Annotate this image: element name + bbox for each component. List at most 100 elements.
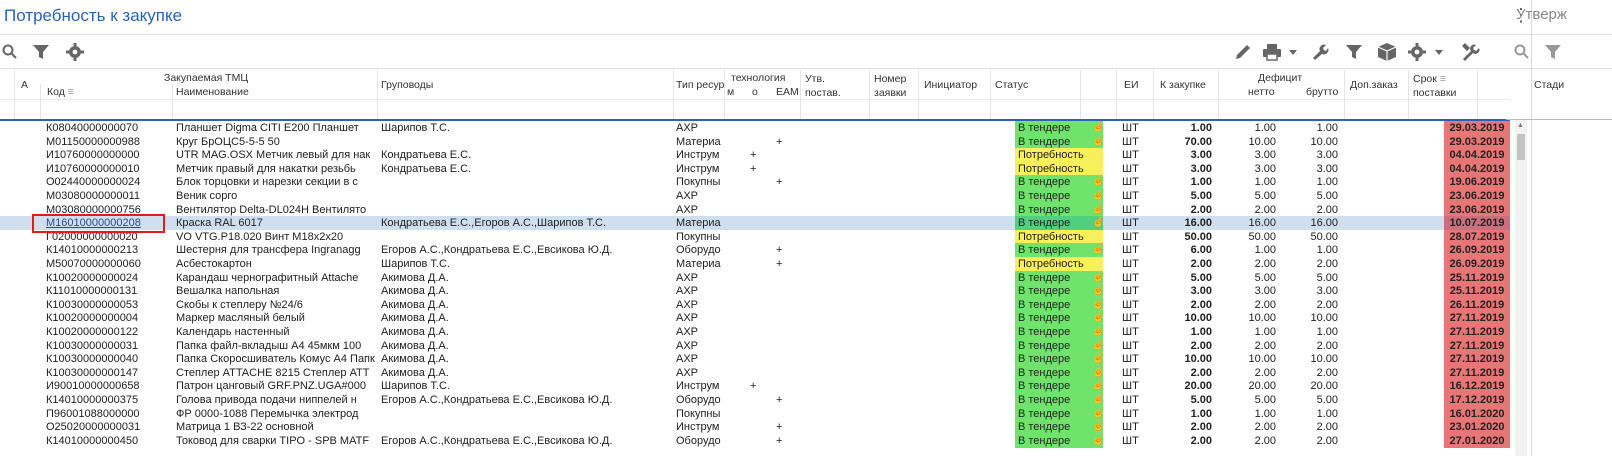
hand-icon[interactable]: ☝ <box>1092 298 1106 312</box>
divider <box>1506 68 1612 69</box>
cell-brutto: 3.00 <box>1316 162 1338 175</box>
table-row[interactable]: К10030000000053 Скобы к степлеру №24/6 Аки… <box>0 297 1510 312</box>
chevron-down-icon[interactable] <box>1434 49 1444 57</box>
gear-icon[interactable] <box>66 43 84 61</box>
table-row[interactable]: К10020000000122 Календарь настенный Акимов… <box>0 325 1510 339</box>
status-badge: В тендере <box>1015 216 1103 231</box>
table-row[interactable]: О25020000000031 Матрица 1 ВЗ-22 основной И… <box>0 420 1510 435</box>
col-header-srok[interactable]: Срок ≡ поставки <box>1413 72 1456 122</box>
status-badge: В тендере <box>1015 121 1103 135</box>
cell-tech-o <box>750 203 768 217</box>
table-row[interactable]: К10020000000004 Маркер масляный белый Аки… <box>0 311 1510 326</box>
table-row[interactable]: М50070000000060 Асбестокартон Шарипов Т.С… <box>0 257 1510 271</box>
sort-icon[interactable]: ≡ <box>1440 73 1446 85</box>
table-row[interactable]: П96001088000000 ФР 0000-1088 Перемычка эл… <box>0 406 1510 421</box>
table-row[interactable]: К10020000000024 Карандаш чернографитный A… <box>0 270 1510 285</box>
hand-icon[interactable]: ☝ <box>1092 339 1106 353</box>
cell-kod: О02440000000024 <box>46 176 141 189</box>
cell-grup: Егоров А.С.,Кондратьева Е.С.,Евсикова Ю.… <box>381 394 613 406</box>
cell-netto: 5.00 <box>1254 190 1276 202</box>
cell-tip: АХР <box>676 203 699 216</box>
cell-name: Календарь настенный <box>176 326 290 338</box>
table-row[interactable]: О02440000000024 Блок торцовки и нарезки с… <box>0 175 1510 190</box>
col-header-nomer[interactable]: Номер заявки <box>874 72 906 122</box>
sort-icon[interactable]: ≡ <box>68 86 74 98</box>
gear-icon[interactable] <box>1408 43 1426 61</box>
search-icon[interactable] <box>1514 44 1530 60</box>
printer-icon[interactable] <box>1262 43 1286 61</box>
pencil-icon[interactable] <box>1234 43 1252 61</box>
hand-icon[interactable]: ☝ <box>1092 243 1106 257</box>
status-badge: Потребность <box>1015 161 1103 176</box>
table-row[interactable]: К14010000000375 Голова привода подачи нип… <box>0 393 1510 407</box>
table-row[interactable]: М03080000000011 Веник сорго АХР ШТ 5.00 5.00 5… <box>0 189 1510 203</box>
hand-icon[interactable]: ☝ <box>1092 407 1106 421</box>
scrollbar-thumb[interactable] <box>1517 134 1525 160</box>
cell-kzak: 16.00 <box>1184 217 1212 230</box>
filter-icon[interactable] <box>1544 43 1562 61</box>
col-header-utv[interactable]: Утв. постав. <box>805 72 841 122</box>
cell-tech-m <box>728 203 746 217</box>
table-row[interactable]: К14010000000213 Шестерня для трансфера I… <box>0 243 1510 258</box>
scroll-up-icon[interactable]: ▲ <box>1517 122 1524 129</box>
cell-grup: Шарипов Т.С. <box>381 380 450 393</box>
hand-icon[interactable]: ☝ <box>1092 325 1106 339</box>
cell-grup <box>381 135 671 149</box>
hand-icon[interactable]: ☝ <box>1092 434 1106 448</box>
hand-icon[interactable]: ☝ <box>1092 284 1106 298</box>
hand-icon[interactable]: ☝ <box>1092 352 1106 366</box>
side-col-header[interactable]: Стади <box>1534 79 1564 91</box>
table-row[interactable]: К10030000000147 Степлер ATTACHE 8215 Степ… <box>0 365 1510 380</box>
cell-name: Вентилятор Delta-DL024H Вентилято <box>176 203 367 216</box>
hand-icon[interactable]: ☝ <box>1092 121 1106 135</box>
table-row[interactable]: К14010000000450 Токовод для сварки TIPO -… <box>0 433 1510 448</box>
hand-icon[interactable]: ☝ <box>1092 271 1106 285</box>
cell-date: 27.11.2019 <box>1444 352 1510 367</box>
hand-icon[interactable]: ☝ <box>1092 203 1106 217</box>
cell-ei: ШТ <box>1122 258 1139 270</box>
filter-icon[interactable] <box>32 43 50 61</box>
table-row[interactable]: К11010000000131 Вешалка напольная Акимова… <box>0 284 1510 299</box>
cell-brutto: 1.00 <box>1316 407 1338 420</box>
hand-icon[interactable]: ☝ <box>1092 393 1106 407</box>
cell-tech-m <box>728 243 746 257</box>
cell-brutto: 1.00 <box>1316 176 1338 189</box>
cell-netto: 5.00 <box>1254 394 1276 406</box>
vertical-scrollbar[interactable]: ▲ <box>1515 120 1527 456</box>
table-row[interactable]: Г02000000000020 VO VTG.P18.020 Винт М18х2… <box>0 229 1510 244</box>
hand-icon[interactable]: ☝ <box>1092 420 1106 434</box>
table-row[interactable]: К10030000000031 Папка файл-вкладыш А4 45м… <box>0 338 1510 353</box>
filter-icon[interactable] <box>1345 43 1363 61</box>
search-icon[interactable] <box>2 44 18 60</box>
box-icon[interactable] <box>1377 42 1397 62</box>
col-utv-line1: Утв. <box>805 73 825 85</box>
cell-date: 25.11.2019 <box>1444 284 1510 299</box>
table-row[interactable]: М01150000000988 Круг БрОЦС5-5-5 50 Материа… <box>0 134 1510 149</box>
col-sep <box>800 70 801 120</box>
col-srok-line2: поставки <box>1413 87 1457 99</box>
status-badge: В тендере <box>1015 297 1103 312</box>
hand-icon[interactable]: ☝ <box>1092 216 1106 230</box>
cell-tech-m <box>728 366 746 380</box>
table-row[interactable]: И90010000000658 Патрон цанговый GRF.PNZ.U… <box>0 379 1510 394</box>
hand-icon[interactable]: ☝ <box>1092 189 1106 203</box>
cell-kzak: 2.00 <box>1190 339 1212 352</box>
table-row[interactable]: И10760000000010 Метчик правый для накатки… <box>0 161 1510 176</box>
table-row[interactable]: К10030000000040 Папка Скоросшиватель Кому… <box>0 352 1510 367</box>
table-row[interactable]: М03080000000756 Вентилятор Delta-DL024H В… <box>0 202 1510 217</box>
hand-icon[interactable]: ☝ <box>1092 135 1106 149</box>
chevron-down-icon[interactable] <box>1288 49 1298 57</box>
hand-icon[interactable]: ☝ <box>1092 175 1106 189</box>
wrench-icon[interactable] <box>1311 43 1329 61</box>
cell-brutto: 3.00 <box>1316 285 1338 298</box>
cell-brutto: 5.00 <box>1316 271 1338 284</box>
tools-icon[interactable] <box>1460 42 1480 62</box>
hand-icon[interactable]: ☝ <box>1092 366 1106 380</box>
table-row[interactable]: К08040000000070 Планшет Digma CITI E200 П… <box>0 121 1510 135</box>
hand-icon[interactable]: ☝ <box>1092 311 1106 325</box>
table-row[interactable]: М16010000000208 Краска RAL 6017 Кондратье… <box>0 216 1510 231</box>
cell-date: 19.06.2019 <box>1444 175 1510 190</box>
hand-icon[interactable]: ☝ <box>1092 379 1106 393</box>
table-row[interactable]: И10760000000000 UTR MAG.OSX Метчик левый … <box>0 148 1510 163</box>
cell-kod: К08040000000070 <box>46 122 139 134</box>
